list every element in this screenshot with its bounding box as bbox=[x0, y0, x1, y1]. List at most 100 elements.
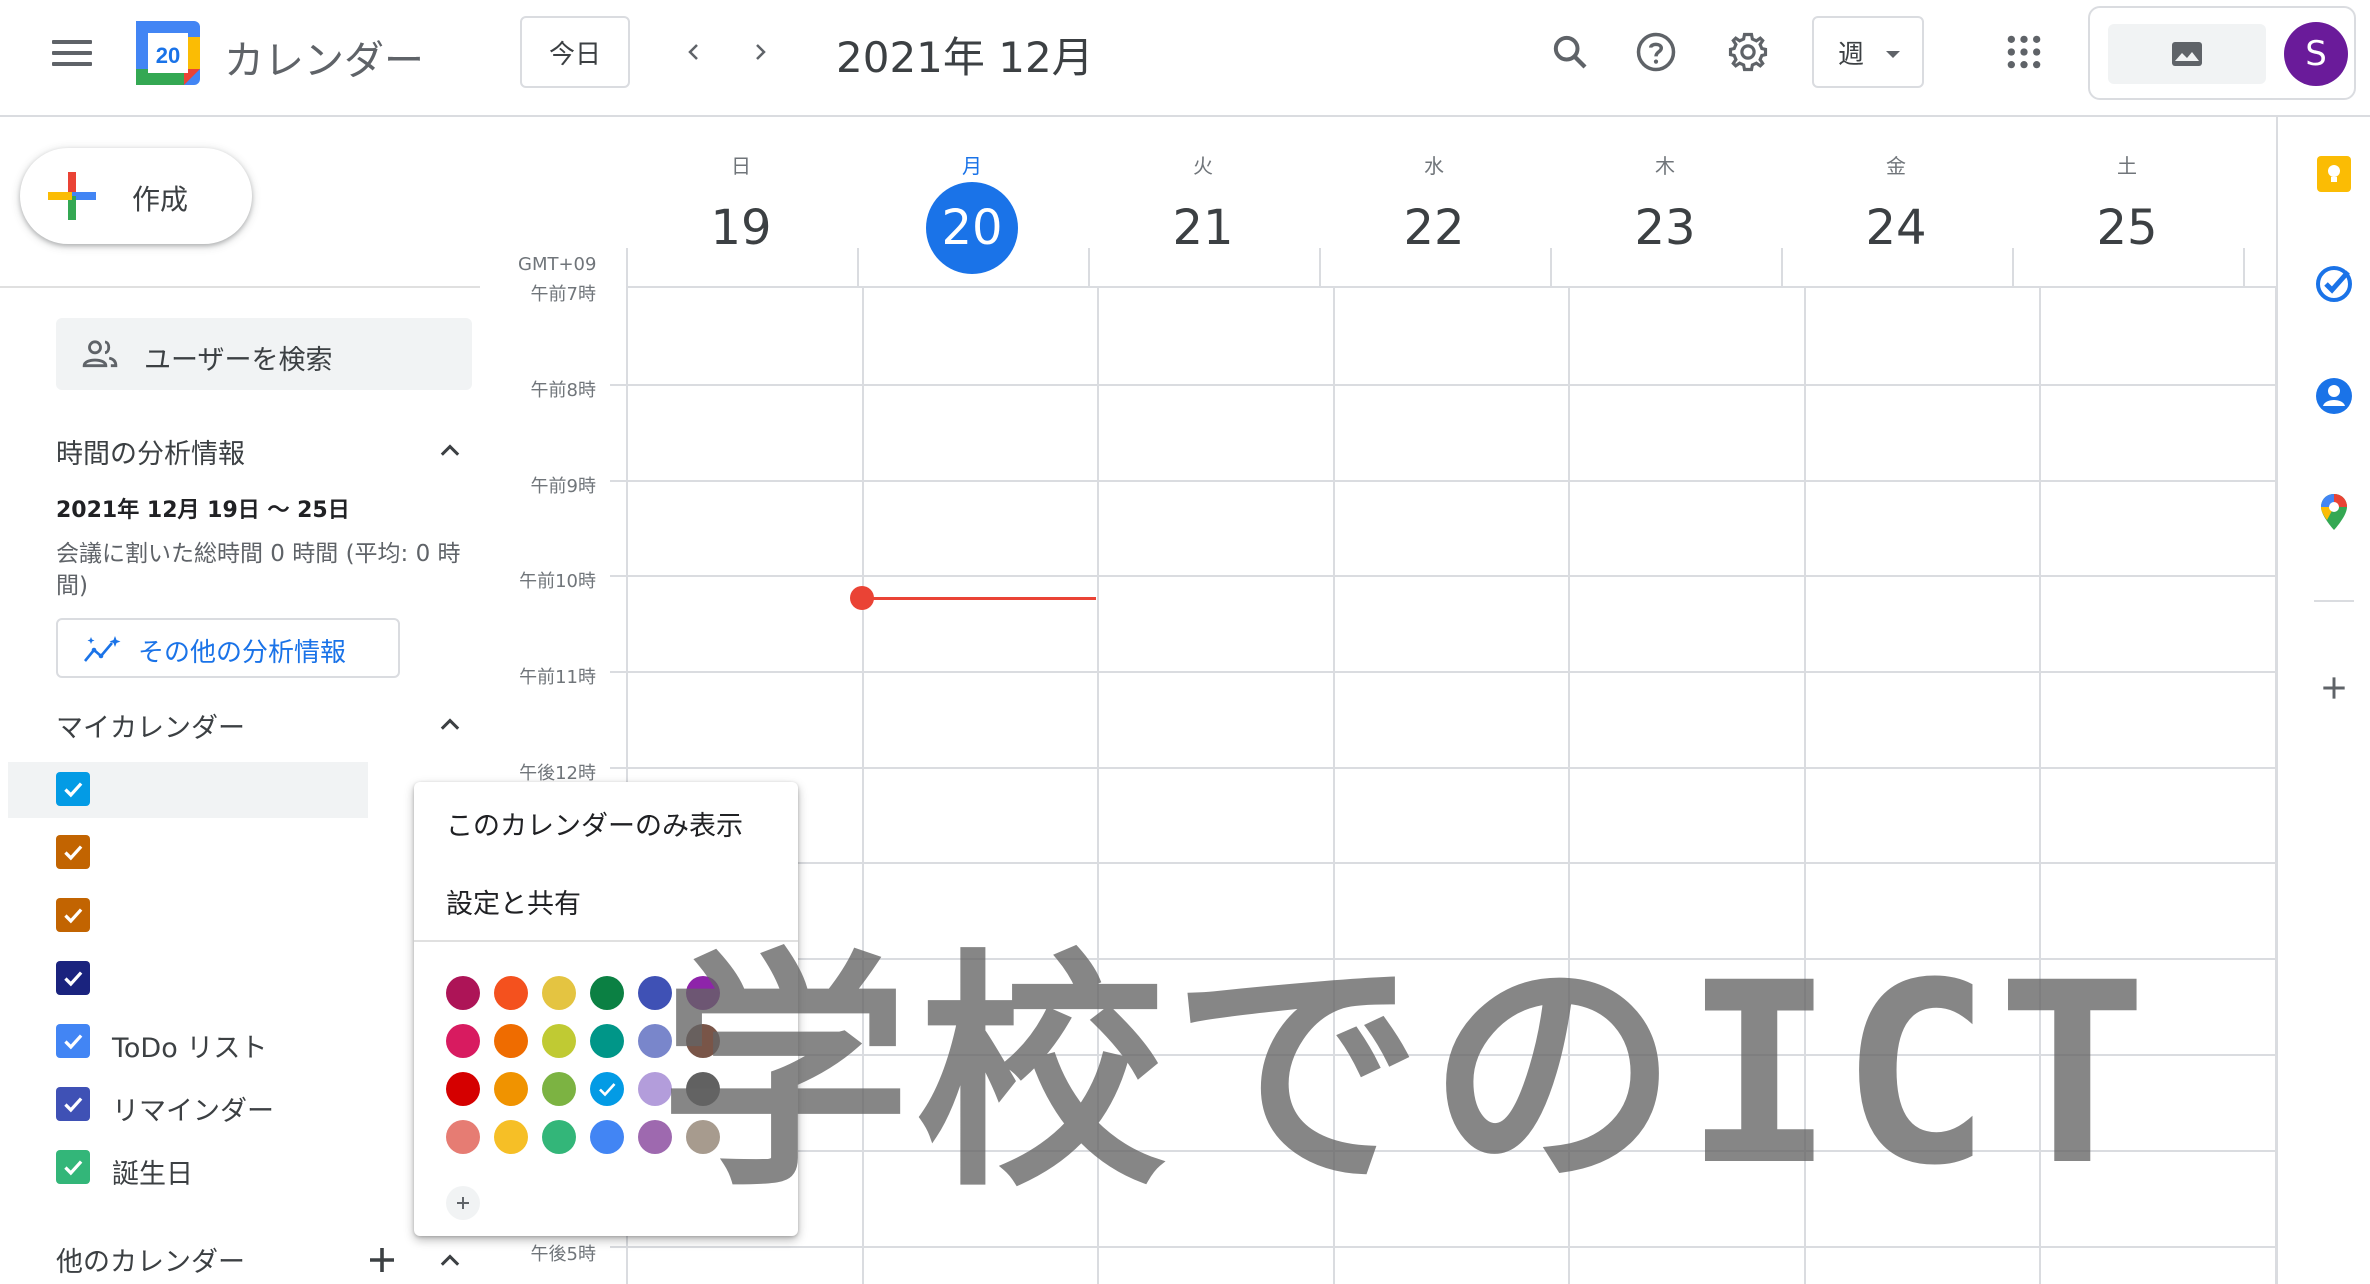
sidebar-divider bbox=[0, 286, 480, 288]
day-number[interactable]: 24 bbox=[1850, 182, 1942, 274]
tasks-button[interactable] bbox=[2312, 262, 2356, 306]
day-header[interactable]: 火 21 bbox=[1088, 150, 1318, 256]
color-swatch[interactable] bbox=[446, 1024, 480, 1058]
calendar-checkbox[interactable] bbox=[56, 772, 90, 806]
color-swatch[interactable] bbox=[446, 976, 480, 1010]
color-swatch[interactable] bbox=[590, 1072, 624, 1106]
day-header[interactable]: 水 22 bbox=[1319, 150, 1549, 256]
main-menu-icon[interactable] bbox=[52, 40, 92, 70]
color-swatch[interactable] bbox=[542, 976, 576, 1010]
calendar-checkbox[interactable] bbox=[56, 898, 90, 932]
hour-gridline bbox=[610, 862, 2276, 864]
calendar-checkbox[interactable] bbox=[56, 835, 90, 869]
help-icon bbox=[1636, 32, 1676, 72]
search-icon bbox=[1553, 35, 1587, 69]
account-area: S bbox=[2088, 6, 2356, 100]
calendar-list-item[interactable] bbox=[0, 951, 480, 1007]
day-header[interactable]: 土 25 bbox=[2012, 150, 2242, 256]
avatar[interactable]: S bbox=[2284, 22, 2348, 86]
calendar-list-item[interactable]: リマインダー bbox=[0, 1077, 480, 1133]
time-label: 午前8時 bbox=[530, 380, 596, 401]
calendar-list-item[interactable] bbox=[0, 825, 480, 881]
day-of-week-label: 金 bbox=[1886, 154, 1906, 178]
color-swatch[interactable] bbox=[494, 1120, 528, 1154]
calendar-checkbox[interactable] bbox=[56, 961, 90, 995]
day-header-separator bbox=[1781, 248, 1783, 286]
day-number[interactable]: 25 bbox=[2081, 182, 2173, 274]
calendar-list-item[interactable]: 誕生日 bbox=[0, 1140, 480, 1196]
calendar-list-item[interactable] bbox=[8, 762, 368, 818]
top-bar: 20 カレンダー 今日 2021年 12月 週 S bbox=[0, 0, 2370, 117]
day-number[interactable]: 22 bbox=[1388, 182, 1480, 274]
chevron-up-icon[interactable] bbox=[436, 1246, 464, 1274]
color-swatch[interactable] bbox=[590, 976, 624, 1010]
settings-and-sharing-item[interactable]: 設定と共有 bbox=[446, 882, 581, 921]
create-label: 作成 bbox=[132, 183, 189, 216]
add-other-calendar-icon[interactable] bbox=[364, 1242, 400, 1278]
color-swatch[interactable] bbox=[446, 1120, 480, 1154]
add-custom-color-button[interactable] bbox=[446, 1186, 480, 1220]
chevron-up-icon[interactable] bbox=[436, 436, 464, 464]
apps-button[interactable] bbox=[1998, 26, 2050, 78]
day-of-week-label: 日 bbox=[731, 154, 751, 178]
color-swatch[interactable] bbox=[446, 1072, 480, 1106]
current-time-line bbox=[862, 597, 1096, 600]
view-selector[interactable]: 週 bbox=[1812, 16, 1924, 88]
insights-sparkle-icon bbox=[83, 636, 121, 662]
show-only-this-calendar-item[interactable]: このカレンダーのみ表示 bbox=[446, 804, 743, 843]
color-swatch[interactable] bbox=[494, 1024, 528, 1058]
color-swatch[interactable] bbox=[494, 976, 528, 1010]
add-addon-button[interactable] bbox=[2312, 666, 2356, 710]
color-swatch[interactable] bbox=[590, 1120, 624, 1154]
calendar-logo-icon[interactable]: 20 bbox=[136, 21, 200, 85]
maps-button[interactable] bbox=[2312, 490, 2356, 534]
day-header[interactable]: 日 19 bbox=[626, 150, 856, 256]
today-button[interactable]: 今日 bbox=[520, 16, 630, 88]
checkmark-icon bbox=[64, 1160, 83, 1176]
calendar-checkbox[interactable] bbox=[56, 1150, 90, 1184]
search-users-input[interactable]: ユーザーを検索 bbox=[56, 318, 472, 390]
hour-gridline bbox=[610, 1246, 2276, 1248]
day-number[interactable]: 20 bbox=[926, 182, 1018, 274]
contacts-button[interactable] bbox=[2312, 374, 2356, 418]
calendar-list-item[interactable] bbox=[0, 888, 480, 944]
time-label: 午前9時 bbox=[530, 476, 596, 497]
more-insights-button[interactable]: その他の分析情報 bbox=[56, 618, 400, 678]
day-header-separator bbox=[1088, 248, 1090, 286]
prev-week-button[interactable] bbox=[672, 30, 716, 74]
calendar-list-item[interactable]: ToDo リスト bbox=[0, 1014, 480, 1070]
calendar-checkbox[interactable] bbox=[56, 1087, 90, 1121]
insights-title: 時間の分析情報 bbox=[56, 439, 245, 470]
day-header[interactable]: 金 24 bbox=[1781, 150, 2011, 256]
search-button[interactable] bbox=[1544, 26, 1596, 78]
other-calendars-title: 他のカレンダー bbox=[56, 1247, 245, 1278]
chevron-right-icon bbox=[756, 44, 766, 60]
tasks-icon bbox=[2316, 266, 2352, 302]
color-swatch[interactable] bbox=[542, 1072, 576, 1106]
next-week-button[interactable] bbox=[738, 30, 782, 74]
logo-day: 20 bbox=[156, 43, 180, 68]
caret-down-icon bbox=[1886, 51, 1900, 58]
color-swatch[interactable] bbox=[494, 1072, 528, 1106]
help-button[interactable] bbox=[1630, 26, 1682, 78]
color-swatch[interactable] bbox=[542, 1120, 576, 1154]
organization-logo[interactable] bbox=[2108, 24, 2266, 84]
day-header[interactable]: 木 23 bbox=[1550, 150, 1780, 256]
hour-gridline bbox=[610, 767, 2276, 769]
time-label: 午前7時 bbox=[530, 284, 596, 305]
checkmark-icon bbox=[64, 971, 83, 987]
keep-button[interactable] bbox=[2312, 152, 2356, 196]
color-swatch[interactable] bbox=[542, 1024, 576, 1058]
day-number[interactable]: 21 bbox=[1157, 182, 1249, 274]
day-header-separator bbox=[1319, 248, 1321, 286]
color-swatch[interactable] bbox=[590, 1024, 624, 1058]
day-number[interactable]: 23 bbox=[1619, 182, 1711, 274]
create-button[interactable]: 作成 bbox=[20, 148, 252, 244]
day-header[interactable]: 月 20 bbox=[857, 150, 1087, 274]
day-number[interactable]: 19 bbox=[695, 182, 787, 274]
plus-icon bbox=[2323, 677, 2345, 699]
settings-button[interactable] bbox=[1722, 26, 1774, 78]
calendar-checkbox[interactable] bbox=[56, 1024, 90, 1058]
image-placeholder-icon bbox=[2172, 42, 2202, 66]
chevron-up-icon[interactable] bbox=[436, 710, 464, 738]
